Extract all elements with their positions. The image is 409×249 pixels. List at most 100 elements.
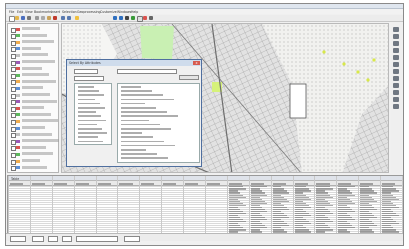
field-list-item[interactable] <box>78 90 99 92</box>
zoom-in-icon[interactable] <box>113 16 117 20</box>
column-divider[interactable] <box>314 176 316 239</box>
clear-selection-icon[interactable] <box>393 90 399 95</box>
field-list-item[interactable] <box>78 136 98 138</box>
column-divider[interactable] <box>183 176 184 239</box>
value-list-item[interactable] <box>121 123 160 126</box>
column-header[interactable] <box>163 183 177 185</box>
value-list-item[interactable] <box>121 136 153 138</box>
column-header[interactable] <box>97 183 111 185</box>
field-list-item[interactable] <box>78 119 106 122</box>
column-header[interactable] <box>75 183 89 185</box>
field-list-item[interactable] <box>78 128 102 130</box>
column-divider[interactable] <box>8 176 9 239</box>
column-divider[interactable] <box>380 176 381 239</box>
column-header[interactable] <box>185 183 199 185</box>
column-header[interactable] <box>250 183 264 185</box>
info-icon[interactable] <box>393 104 399 109</box>
column-divider[interactable] <box>270 176 272 239</box>
column-header[interactable] <box>338 183 352 185</box>
undo-icon[interactable] <box>61 16 65 20</box>
record-number-input[interactable] <box>32 236 44 242</box>
column-header[interactable] <box>53 183 67 185</box>
value-list-item[interactable] <box>121 86 141 88</box>
column-header[interactable] <box>141 183 155 185</box>
field-list-item[interactable] <box>78 123 97 126</box>
menu-windows[interactable]: Windows <box>117 10 131 14</box>
field-list-item[interactable] <box>78 102 100 105</box>
table-options-button[interactable] <box>124 236 140 242</box>
measure-icon[interactable] <box>149 16 153 20</box>
column-divider[interactable] <box>117 176 119 239</box>
menu-selection[interactable]: Selection <box>62 10 77 14</box>
column-divider[interactable] <box>29 176 31 239</box>
column-divider[interactable] <box>161 176 162 239</box>
column-header[interactable] <box>316 183 330 185</box>
menu-bookmarks[interactable]: Bookmarks <box>34 10 52 14</box>
column-divider[interactable] <box>336 176 337 239</box>
menu-geoprocessing[interactable]: Geoprocessing <box>77 10 101 14</box>
value-list-item[interactable] <box>121 94 163 96</box>
layer-dropdown[interactable] <box>74 69 98 74</box>
column-header[interactable] <box>10 183 24 185</box>
value-list-item[interactable] <box>121 102 145 105</box>
method-dropdown[interactable] <box>117 69 177 74</box>
show-selected-button[interactable] <box>62 236 72 242</box>
value-list-item[interactable] <box>121 153 157 155</box>
select-features-icon[interactable] <box>393 83 399 88</box>
value-list-item[interactable] <box>121 115 178 117</box>
add-data-icon[interactable] <box>75 16 79 20</box>
column-header[interactable] <box>207 183 221 185</box>
value-list-item[interactable] <box>121 132 142 134</box>
back-extent-icon[interactable] <box>393 69 399 74</box>
fixed-zoom-in-icon[interactable] <box>393 41 399 46</box>
redo-icon[interactable] <box>67 16 71 20</box>
paste-icon[interactable] <box>47 16 51 20</box>
value-list-item[interactable] <box>121 119 149 122</box>
value-list-item[interactable] <box>121 157 168 159</box>
column-divider[interactable] <box>73 176 75 239</box>
column-header[interactable] <box>294 183 308 185</box>
field-list-item[interactable] <box>78 94 104 96</box>
column-divider[interactable] <box>139 176 140 239</box>
column-header[interactable] <box>272 183 286 185</box>
fixed-zoom-out-icon[interactable] <box>393 48 399 53</box>
zoom-out-tool-icon[interactable] <box>393 34 399 39</box>
field-list-item[interactable] <box>78 107 105 109</box>
column-header[interactable] <box>31 183 45 185</box>
pan-tool-icon[interactable] <box>393 55 399 60</box>
column-divider[interactable] <box>205 176 206 239</box>
column-divider[interactable] <box>226 176 228 239</box>
value-list-item[interactable] <box>121 107 156 109</box>
forward-extent-icon[interactable] <box>393 76 399 81</box>
globe-icon[interactable] <box>393 62 399 67</box>
value-list-item[interactable] <box>121 128 171 130</box>
save-icon[interactable] <box>21 16 25 20</box>
sql-values-box[interactable] <box>117 83 200 163</box>
pan-icon[interactable] <box>125 16 129 20</box>
record-navigator[interactable] <box>10 236 26 242</box>
value-list-item[interactable] <box>121 90 152 92</box>
select-elements-icon[interactable] <box>393 97 399 102</box>
zoom-out-icon[interactable] <box>119 16 123 20</box>
cut-icon[interactable] <box>35 16 39 20</box>
column-divider[interactable] <box>248 176 250 239</box>
field-list-item[interactable] <box>78 140 103 143</box>
column-divider[interactable] <box>95 176 97 239</box>
field-list-item[interactable] <box>78 98 95 101</box>
delete-icon[interactable] <box>53 16 57 20</box>
print-icon[interactable] <box>27 16 31 20</box>
value-list-item[interactable] <box>121 111 167 113</box>
field-list-item[interactable] <box>78 111 96 113</box>
value-list-item[interactable] <box>121 144 175 147</box>
value-list-item[interactable] <box>121 140 164 143</box>
column-header[interactable] <box>119 183 133 185</box>
menu-edit[interactable]: Edit <box>17 10 23 14</box>
zoom-in-tool-icon[interactable] <box>393 27 399 32</box>
column-divider[interactable] <box>358 176 359 239</box>
select-icon[interactable] <box>143 16 147 20</box>
full-extent-icon[interactable] <box>131 16 135 20</box>
field-list-item[interactable] <box>78 86 94 88</box>
menu-help[interactable]: Help <box>131 10 138 14</box>
copy-icon[interactable] <box>41 16 45 20</box>
field-list-item[interactable] <box>78 115 101 117</box>
